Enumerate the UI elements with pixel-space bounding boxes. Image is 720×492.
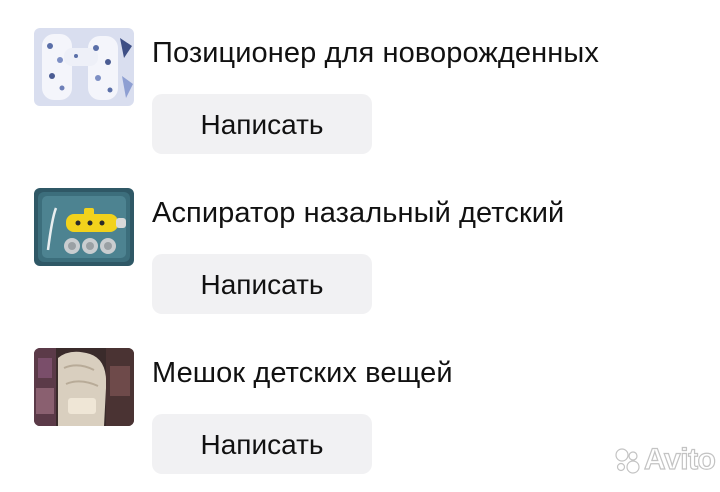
write-message-button[interactable]: Написать [152,414,372,474]
positioner-photo-icon [34,28,134,106]
aspirator-photo-icon [34,188,134,266]
write-message-button[interactable]: Написать [152,254,372,314]
listing-thumbnail[interactable] [34,348,134,426]
listing-item: Аспиратор назальный детский Написать [0,182,720,332]
clothes-bag-photo-icon [34,348,134,426]
write-message-button[interactable]: Написать [152,94,372,154]
avito-watermark-text: Avito [643,442,716,476]
listing-item: Позиционер для новорожденных Написать [0,22,720,172]
listing-title[interactable]: Аспиратор назальный детский [152,194,564,232]
listing-thumbnail[interactable] [34,188,134,266]
listing-thumbnail[interactable] [34,28,134,106]
listing-title[interactable]: Позиционер для новорожденных [152,34,599,72]
avito-watermark: Avito [612,442,716,478]
listing-title[interactable]: Мешок детских вещей [152,354,453,392]
avito-logo-icon [615,448,640,474]
